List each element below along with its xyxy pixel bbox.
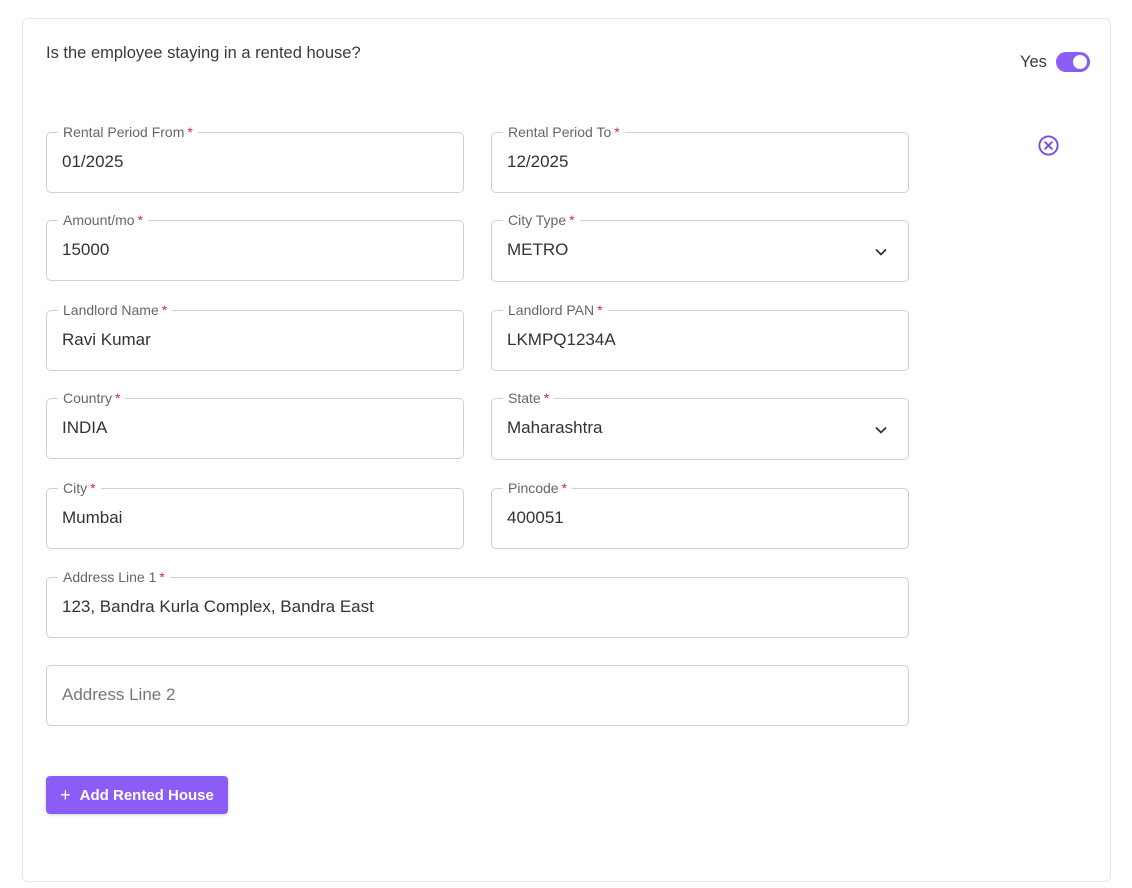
country-value: INDIA [62, 418, 108, 437]
chevron-down-icon [875, 249, 887, 256]
pincode-value: 400051 [507, 508, 564, 527]
state-select[interactable]: State * Maharashtra [491, 389, 909, 460]
amount-value: 15000 [62, 240, 110, 259]
landlord-pan-label: Landlord PAN * [503, 301, 608, 319]
close-circle-icon [1038, 135, 1059, 156]
plus-icon: + [60, 785, 71, 805]
country-field[interactable]: Country * INDIA [46, 389, 464, 459]
rental-period-from-field[interactable]: Rental Period From * 01/2025 [46, 123, 464, 193]
address-line-2-placeholder: Address Line 2 [62, 685, 176, 704]
city-label: City * [58, 479, 101, 497]
rental-period-to-label: Rental Period To * [503, 123, 625, 141]
add-rented-house-button[interactable]: + Add Rented House [46, 776, 228, 814]
city-field[interactable]: City * Mumbai [46, 479, 464, 549]
remove-rented-house-button[interactable] [1037, 134, 1060, 157]
rented-house-toggle-group: Yes [1020, 52, 1090, 72]
chevron-down-icon [875, 427, 887, 434]
address-line-1-label: Address Line 1 * [58, 568, 170, 586]
rental-period-to-value: 12/2025 [507, 152, 569, 171]
address-line-1-field[interactable]: Address Line 1 * 123, Bandra Kurla Comple… [46, 568, 909, 638]
toggle-label: Yes [1020, 52, 1047, 71]
pincode-field[interactable]: Pincode * 400051 [491, 479, 909, 549]
rental-period-to-field[interactable]: Rental Period To * 12/2025 [491, 123, 909, 193]
landlord-name-value: Ravi Kumar [62, 330, 151, 349]
landlord-name-field[interactable]: Landlord Name * Ravi Kumar [46, 301, 464, 371]
city-type-label: City Type * [503, 211, 580, 229]
address-line-2-field[interactable]: Address Line 2 [46, 665, 909, 726]
state-label: State * [503, 389, 555, 407]
rented-house-question: Is the employee staying in a rented hous… [46, 44, 361, 62]
address-line-1-value: 123, Bandra Kurla Complex, Bandra East [62, 597, 374, 616]
amount-label: Amount/mo * [58, 211, 149, 229]
state-value: Maharashtra [507, 418, 603, 437]
country-label: Country * [58, 389, 126, 407]
toggle-knob [1072, 55, 1087, 69]
add-rented-house-label: Add Rented House [79, 786, 214, 804]
landlord-pan-field[interactable]: Landlord PAN * LKMPQ1234A [491, 301, 909, 371]
rental-period-from-value: 01/2025 [62, 152, 124, 171]
city-value: Mumbai [62, 508, 123, 527]
rented-house-toggle[interactable] [1055, 52, 1090, 72]
city-type-value: METRO [507, 240, 569, 259]
landlord-name-label: Landlord Name * [58, 301, 173, 319]
landlord-pan-value: LKMPQ1234A [507, 330, 616, 349]
city-type-select[interactable]: City Type * METRO [491, 211, 909, 282]
pincode-label: Pincode * [503, 479, 573, 497]
rental-period-from-label: Rental Period From * [58, 123, 198, 141]
amount-field[interactable]: Amount/mo * 15000 [46, 211, 464, 281]
